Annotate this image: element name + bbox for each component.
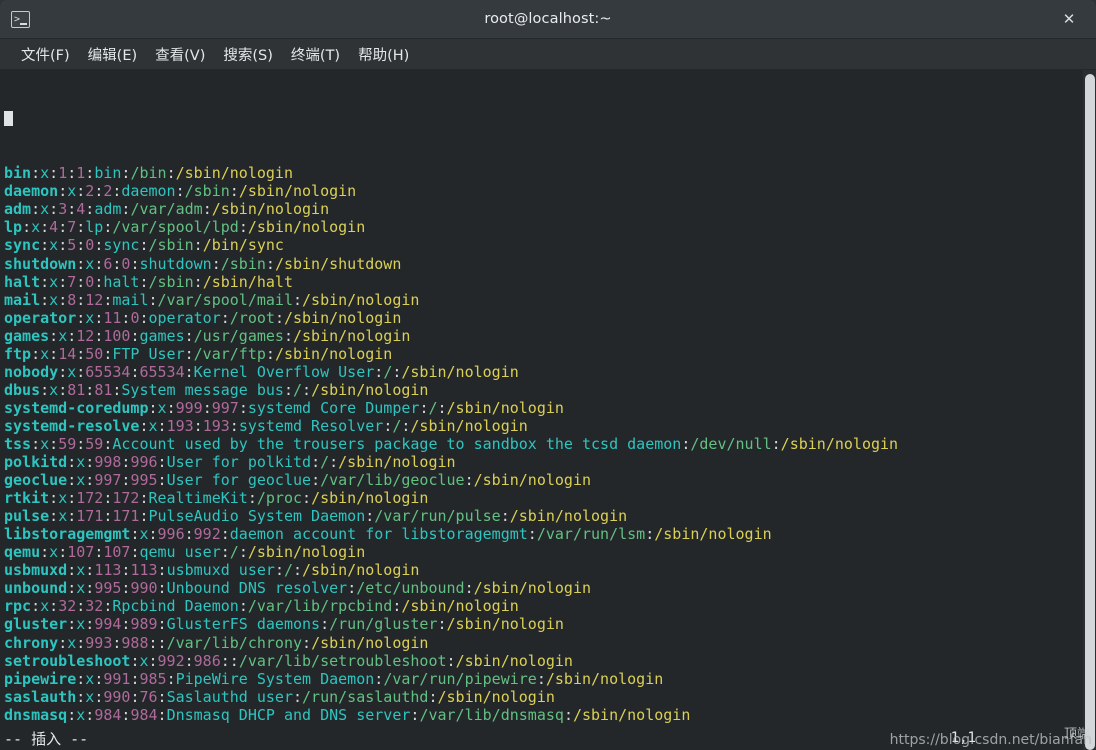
passwd-line: pipewire:x:991:985:PipeWire System Daemo… — [4, 669, 664, 688]
passwd-line: saslauth:x:990:76:Saslauthd user:/run/sa… — [4, 687, 555, 706]
cursor-line — [4, 110, 1082, 128]
passwd-line: lp:x:4:7:lp:/var/spool/lpd:/sbin/nologin — [4, 218, 366, 237]
passwd-line: geoclue:x:997:995:User for geoclue:/var/… — [4, 471, 592, 490]
terminal-window: root@localhost:~ ✕ 文件(F) 编辑(E) 查看(V) 搜索(… — [0, 0, 1096, 750]
text-cursor — [4, 111, 13, 127]
passwd-line: operator:x:11:0:operator:/root:/sbin/nol… — [4, 308, 402, 327]
menu-edit[interactable]: 编辑(E) — [79, 42, 146, 67]
menubar: 文件(F) 编辑(E) 查看(V) 搜索(S) 终端(T) 帮助(H) — [0, 39, 1096, 70]
scrollbar-thumb[interactable] — [1085, 74, 1095, 750]
passwd-line: systemd-coredump:x:999:997:systemd Core … — [4, 398, 564, 417]
passwd-line: gluster:x:994:989:GlusterFS daemons:/run… — [4, 615, 564, 634]
vim-mode-indicator: -- 插入 -- — [4, 729, 89, 748]
passwd-line: dnsmasq:x:984:984:Dnsmasq DHCP and DNS s… — [4, 705, 691, 724]
passwd-line: unbound:x:995:990:Unbound DNS resolver:/… — [4, 579, 592, 598]
passwd-line: qemu:x:107:107:qemu user:/:/sbin/nologin — [4, 543, 366, 562]
passwd-line: setroubleshoot:x:992:986::/var/lib/setro… — [4, 651, 573, 670]
passwd-line: games:x:12:100:games:/usr/games:/sbin/no… — [4, 326, 411, 345]
terminal-icon — [11, 10, 30, 28]
menu-view[interactable]: 查看(V) — [146, 42, 214, 67]
terminal-area[interactable]: bin:x:1:1:bin:/bin:/sbin/nologin daemon:x… — [0, 70, 1096, 750]
passwd-line: tss:x:59:59:Account used by the trousers… — [4, 435, 899, 453]
passwd-line: adm:x:3:4:adm:/var/adm:/sbin/nologin — [4, 200, 330, 219]
passwd-line: chrony:x:993:988::/var/lib/chrony:/sbin/… — [4, 633, 429, 652]
passwd-line: rpc:x:32:32:Rpcbind Daemon:/var/lib/rpcb… — [4, 597, 519, 616]
passwd-line: usbmuxd:x:113:113:usbmuxd user:/:/sbin/n… — [4, 561, 420, 580]
menu-help[interactable]: 帮助(H) — [349, 42, 418, 67]
window-title: root@localhost:~ — [484, 11, 612, 27]
titlebar: root@localhost:~ ✕ — [0, 0, 1096, 39]
passwd-line: halt:x:7:0:halt:/sbin:/sbin/halt — [4, 272, 293, 291]
passwd-line: sync:x:5:0:sync:/sbin:/bin/sync — [4, 236, 284, 255]
terminal-screen[interactable]: bin:x:1:1:bin:/bin:/sbin/nologin daemon:x… — [0, 70, 1082, 750]
passwd-line: dbus:x:81:81:System message bus:/:/sbin/… — [4, 380, 429, 399]
scrollbar-track[interactable] — [1082, 70, 1096, 750]
menu-file[interactable]: 文件(F) — [12, 42, 79, 67]
menu-terminal[interactable]: 终端(T) — [282, 42, 349, 67]
close-button[interactable]: ✕ — [1058, 8, 1080, 30]
passwd-line: systemd-resolve:x:193:193:systemd Resolv… — [4, 416, 528, 435]
vim-cursor-position: 1,1 — [950, 730, 976, 746]
passwd-line: nobody:x:65534:65534:Kernel Overflow Use… — [4, 362, 519, 381]
passwd-line: bin:x:1:1:bin:/bin:/sbin/nologin — [4, 164, 293, 183]
passwd-line: rtkit:x:172:172:RealtimeKit:/proc:/sbin/… — [4, 489, 429, 508]
passwd-line: polkitd:x:998:996:User for polkitd:/:/sb… — [4, 453, 456, 472]
passwd-line: ftp:x:14:50:FTP User:/var/ftp:/sbin/nolo… — [4, 344, 393, 363]
passwd-line: shutdown:x:6:0:shutdown:/sbin:/sbin/shut… — [4, 254, 402, 273]
menu-search[interactable]: 搜索(S) — [214, 42, 282, 67]
passwd-line: libstoragemgmt:x:996:992:daemon account … — [4, 525, 772, 544]
vim-status-line: -- 插入 -- 1,1 — [0, 726, 1082, 750]
passwd-line: pulse:x:171:171:PulseAudio System Daemon… — [4, 507, 628, 526]
passwd-line: daemon:x:2:2:daemon:/sbin:/sbin/nologin — [4, 182, 357, 201]
passwd-line-list: bin:x:1:1:bin:/bin:/sbin/nologin daemon:x… — [4, 164, 1082, 750]
passwd-line: mail:x:8:12:mail:/var/spool/mail:/sbin/n… — [4, 290, 420, 309]
